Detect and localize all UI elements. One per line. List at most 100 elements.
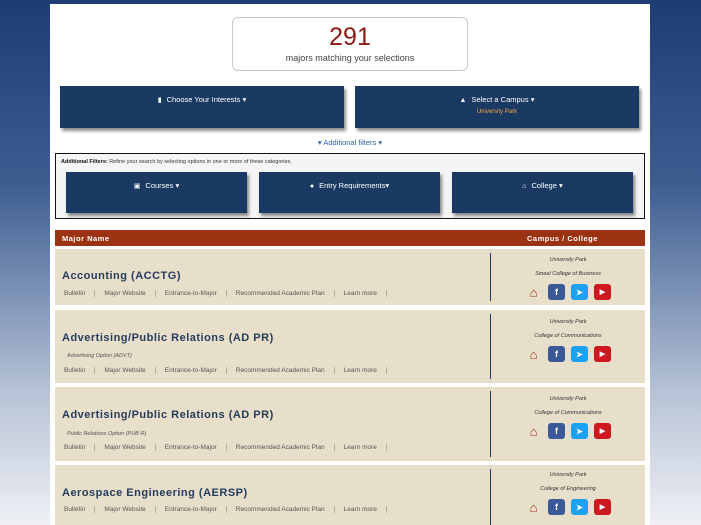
selected-campus: University Park	[476, 109, 518, 115]
learn-more-link[interactable]: Learn more	[335, 506, 387, 513]
campus-name: University Park	[549, 472, 587, 478]
entry-requirements-filter-label: Entry Requirements	[319, 181, 386, 190]
campus-name: University Park	[549, 257, 587, 263]
learn-more-link[interactable]: Learn more	[335, 367, 387, 374]
apple-icon: ●	[309, 183, 315, 190]
academic-plan-link[interactable]: Recommended Academic Plan	[227, 290, 335, 297]
additional-filters-label: Additional filters	[323, 138, 377, 147]
table-row: Advertising/Public Relations (AD PR) Adv…	[55, 310, 645, 383]
campus-name: University Park	[549, 396, 587, 402]
youtube-icon[interactable]: ▶	[594, 346, 611, 362]
home-icon[interactable]: ⌂	[525, 423, 542, 439]
twitter-icon[interactable]: ➤	[571, 346, 588, 362]
academic-plan-link[interactable]: Recommended Academic Plan	[227, 444, 335, 451]
facebook-icon[interactable]: f	[548, 346, 565, 362]
major-links: Bulletin Major Website Entrance-to-Major…	[62, 444, 387, 451]
social-links: ⌂ f ➤ ▶	[491, 423, 645, 439]
major-website-link[interactable]: Major Website	[95, 290, 156, 297]
additional-filters-title: Additional Filters:	[61, 159, 108, 165]
chevron-down-icon: ▾	[559, 181, 563, 190]
book-icon: ▣	[133, 183, 141, 190]
college-name: College of Engineering	[540, 486, 596, 492]
youtube-icon[interactable]: ▶	[594, 284, 611, 300]
bulletin-link[interactable]: Bulletin	[62, 444, 96, 451]
major-option: Advertising Option (ADVT)	[67, 353, 132, 359]
chevron-down-icon: ▾	[378, 138, 383, 147]
twitter-icon[interactable]: ➤	[571, 423, 588, 439]
entry-requirements-filter-button[interactable]: ● Entry Requirements▾	[259, 172, 440, 213]
additional-filters-desc: Refine your search by selecting options …	[109, 159, 292, 165]
campus-name: University Park	[549, 319, 587, 325]
social-links: ⌂ f ➤ ▶	[491, 346, 645, 362]
graduation-cap-icon: ▲	[459, 97, 467, 104]
additional-filters-panel: Additional Filters: Refine your search b…	[55, 153, 645, 219]
entrance-to-major-link[interactable]: Entrance-to-Major	[156, 444, 227, 451]
social-links: ⌂ f ➤ ▶	[491, 499, 645, 515]
select-campus-button[interactable]: ▲ Select a Campus ▾ University Park	[355, 86, 639, 128]
choose-interests-label: Choose Your Interests	[166, 95, 241, 104]
twitter-icon[interactable]: ➤	[571, 284, 588, 300]
college-name: Smeal College of Business	[535, 271, 601, 277]
table-row: Advertising/Public Relations (AD PR) Pub…	[55, 387, 645, 461]
home-icon[interactable]: ⌂	[525, 346, 542, 362]
home-icon[interactable]: ⌂	[525, 499, 542, 515]
facebook-icon[interactable]: f	[548, 499, 565, 515]
facebook-icon[interactable]: f	[548, 284, 565, 300]
home-icon[interactable]: ⌂	[525, 284, 542, 300]
chevron-down-icon: ▾	[175, 181, 180, 190]
college-name: College of Communications	[534, 410, 602, 416]
results-count-box: 291 majors matching your selections	[232, 17, 468, 71]
facebook-icon[interactable]: f	[548, 423, 565, 439]
major-name-column-header: Major Name	[62, 234, 110, 243]
chevron-down-icon: ▾	[530, 95, 535, 104]
chevron-down-icon: ▾	[242, 95, 247, 104]
youtube-icon[interactable]: ▶	[594, 499, 611, 515]
academic-plan-link[interactable]: Recommended Academic Plan	[227, 367, 335, 374]
major-title[interactable]: Advertising/Public Relations (AD PR)	[62, 409, 274, 421]
major-title[interactable]: Accounting (ACCTG)	[62, 270, 181, 282]
results-count: 291	[329, 23, 371, 51]
chevron-down-icon: ▾	[385, 181, 390, 190]
bulletin-link[interactable]: Bulletin	[62, 367, 96, 374]
table-row: Aerospace Engineering (AERSP) Bulletin M…	[55, 465, 645, 525]
additional-filters-description: Additional Filters: Refine your search b…	[61, 159, 292, 165]
home-icon: ⌂	[522, 183, 527, 190]
major-title[interactable]: Advertising/Public Relations (AD PR)	[62, 332, 274, 344]
majors-page: 291 majors matching your selections ▮ Cho…	[50, 4, 650, 525]
learn-more-link[interactable]: Learn more	[335, 290, 387, 297]
major-links: Bulletin Major Website Entrance-to-Major…	[62, 506, 387, 513]
academic-plan-link[interactable]: Recommended Academic Plan	[227, 506, 335, 513]
major-website-link[interactable]: Major Website	[95, 367, 156, 374]
bulletin-link[interactable]: Bulletin	[62, 506, 96, 513]
major-website-link[interactable]: Major Website	[95, 506, 156, 513]
college-filter-button[interactable]: ⌂ College ▾	[452, 172, 633, 213]
learn-more-link[interactable]: Learn more	[335, 444, 387, 451]
bulletin-link[interactable]: Bulletin	[62, 290, 96, 297]
major-option: Public Relations Option (PUB R)	[67, 431, 147, 437]
chevron-down-icon: ▾	[317, 138, 322, 147]
major-title[interactable]: Aerospace Engineering (AERSP)	[62, 487, 248, 499]
entrance-to-major-link[interactable]: Entrance-to-Major	[156, 367, 227, 374]
major-links: Bulletin Major Website Entrance-to-Major…	[62, 367, 387, 374]
entrance-to-major-link[interactable]: Entrance-to-Major	[156, 506, 227, 513]
additional-filters-link[interactable]: ▾ Additional filters ▾	[50, 138, 650, 147]
social-links: ⌂ f ➤ ▶	[491, 284, 645, 300]
campus-college-cell: University Park College of Communication…	[491, 319, 645, 362]
results-count-label: majors matching your selections	[285, 53, 415, 63]
entrance-to-major-link[interactable]: Entrance-to-Major	[156, 290, 227, 297]
campus-college-column-header: Campus / College	[527, 234, 598, 243]
courses-filter-label: Courses	[145, 181, 174, 190]
campus-college-cell: University Park Smeal College of Busines…	[491, 257, 645, 300]
courses-filter-button[interactable]: ▣ Courses ▾	[66, 172, 247, 213]
table-row: Accounting (ACCTG) Bulletin Major Websit…	[55, 249, 645, 305]
youtube-icon[interactable]: ▶	[594, 423, 611, 439]
majors-table-header: Major Name Campus / College	[55, 230, 645, 246]
college-name: College of Communications	[534, 333, 602, 339]
campus-college-cell: University Park College of Communication…	[491, 396, 645, 439]
select-campus-label: Select a Campus	[471, 95, 529, 104]
twitter-icon[interactable]: ➤	[571, 499, 588, 515]
campus-college-cell: University Park College of Engineering ⌂…	[491, 472, 645, 515]
major-website-link[interactable]: Major Website	[95, 444, 156, 451]
choose-interests-button[interactable]: ▮ Choose Your Interests ▾	[60, 86, 344, 128]
college-filter-label: College	[531, 181, 557, 190]
